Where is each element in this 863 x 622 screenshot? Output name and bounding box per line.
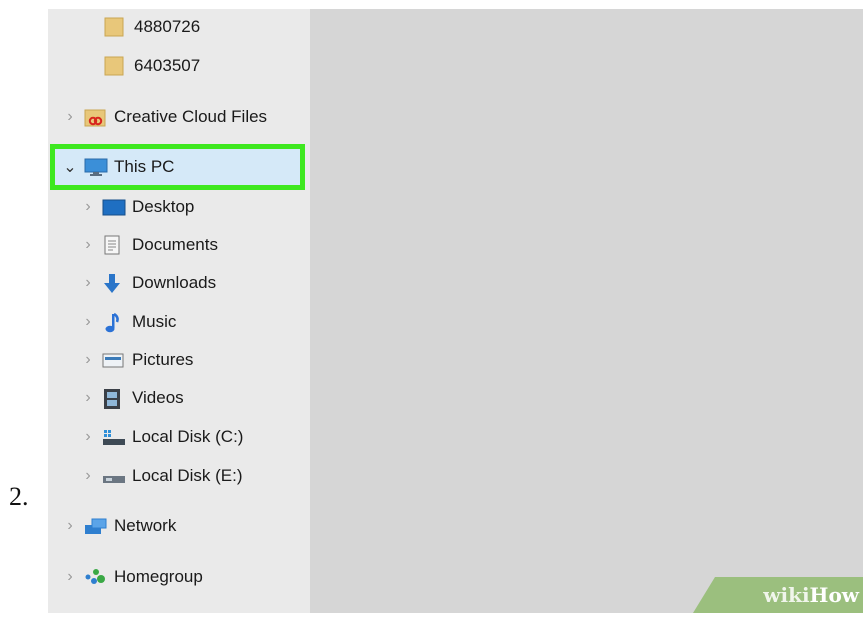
nav-item-pictures[interactable]: › Pictures bbox=[78, 345, 193, 375]
nav-item-desktop[interactable]: › Desktop bbox=[78, 192, 194, 222]
folder-icon bbox=[104, 56, 126, 76]
nav-item-label: Documents bbox=[132, 235, 218, 254]
documents-icon bbox=[102, 235, 124, 255]
step-number: 2. bbox=[9, 482, 29, 511]
chevron-right-icon[interactable]: › bbox=[78, 236, 98, 254]
content-area[interactable] bbox=[310, 9, 863, 613]
nav-item-local-disk-c[interactable]: › Local Disk (C:) bbox=[78, 422, 243, 452]
folder-icon bbox=[104, 17, 126, 37]
creative-cloud-folder-icon bbox=[84, 107, 106, 127]
nav-item-label: Creative Cloud Files bbox=[114, 107, 268, 126]
pictures-icon bbox=[102, 350, 124, 370]
nav-item-this-pc[interactable]: ⌄ This PC bbox=[60, 152, 174, 182]
watermark-text: wikiHow bbox=[763, 583, 859, 607]
nav-item-videos[interactable]: › Videos bbox=[78, 383, 184, 413]
chevron-right-icon[interactable]: › bbox=[60, 568, 80, 586]
nav-item-label: Homegroup bbox=[114, 567, 203, 586]
wikihow-watermark: wikiHow bbox=[693, 577, 863, 613]
chevron-right-icon[interactable]: › bbox=[60, 108, 80, 126]
nav-item-6403507[interactable]: 6403507 bbox=[104, 51, 200, 81]
chevron-right-icon[interactable]: › bbox=[78, 313, 98, 331]
nav-item-label: Downloads bbox=[132, 273, 217, 292]
nav-item-local-disk-e[interactable]: › Local Disk (E:) bbox=[78, 461, 243, 491]
nav-item-label: 6403507 bbox=[134, 56, 201, 75]
navigation-pane[interactable]: 4880726 6403507 › Creative Cloud Files ⌄ bbox=[48, 9, 310, 613]
nav-item-music[interactable]: › Music bbox=[78, 307, 176, 337]
nav-item-documents[interactable]: › Documents bbox=[78, 230, 218, 260]
file-explorer-window: 4880726 6403507 › Creative Cloud Files ⌄ bbox=[48, 9, 863, 613]
nav-item-label: This PC bbox=[114, 157, 175, 176]
chevron-down-icon[interactable]: ⌄ bbox=[60, 157, 80, 177]
nav-item-homegroup[interactable]: › Homegroup bbox=[60, 562, 203, 592]
nav-item-network[interactable]: › Network bbox=[60, 511, 176, 541]
chevron-right-icon[interactable]: › bbox=[78, 351, 98, 369]
nav-item-4880726[interactable]: 4880726 bbox=[104, 12, 200, 42]
nav-item-label: Videos bbox=[132, 388, 184, 407]
monitor-icon bbox=[84, 157, 108, 177]
local-disk-c-icon bbox=[102, 427, 125, 447]
nav-item-label: Desktop bbox=[132, 197, 195, 216]
nav-item-label: Network bbox=[114, 516, 177, 535]
chevron-right-icon[interactable]: › bbox=[78, 428, 98, 446]
videos-icon bbox=[102, 388, 124, 409]
chevron-right-icon[interactable]: › bbox=[78, 389, 98, 407]
chevron-right-icon[interactable]: › bbox=[78, 198, 98, 216]
nav-item-label: 4880726 bbox=[134, 17, 201, 36]
chevron-right-icon[interactable]: › bbox=[78, 274, 98, 292]
nav-item-label: Pictures bbox=[132, 350, 194, 369]
homegroup-icon bbox=[84, 567, 106, 587]
nav-item-downloads[interactable]: › Downloads bbox=[78, 268, 216, 298]
nav-item-label: Local Disk (E:) bbox=[132, 466, 243, 485]
download-arrow-icon bbox=[102, 273, 124, 293]
chevron-right-icon[interactable]: › bbox=[78, 467, 98, 485]
music-note-icon bbox=[102, 312, 124, 333]
nav-item-creative-cloud-files[interactable]: › Creative Cloud Files bbox=[60, 102, 267, 132]
desktop-icon bbox=[102, 197, 126, 217]
chevron-right-icon[interactable]: › bbox=[60, 517, 80, 535]
nav-item-label: Music bbox=[132, 312, 177, 331]
network-icon bbox=[84, 516, 107, 536]
nav-item-label: Local Disk (C:) bbox=[132, 427, 244, 446]
local-disk-e-icon bbox=[102, 466, 125, 486]
